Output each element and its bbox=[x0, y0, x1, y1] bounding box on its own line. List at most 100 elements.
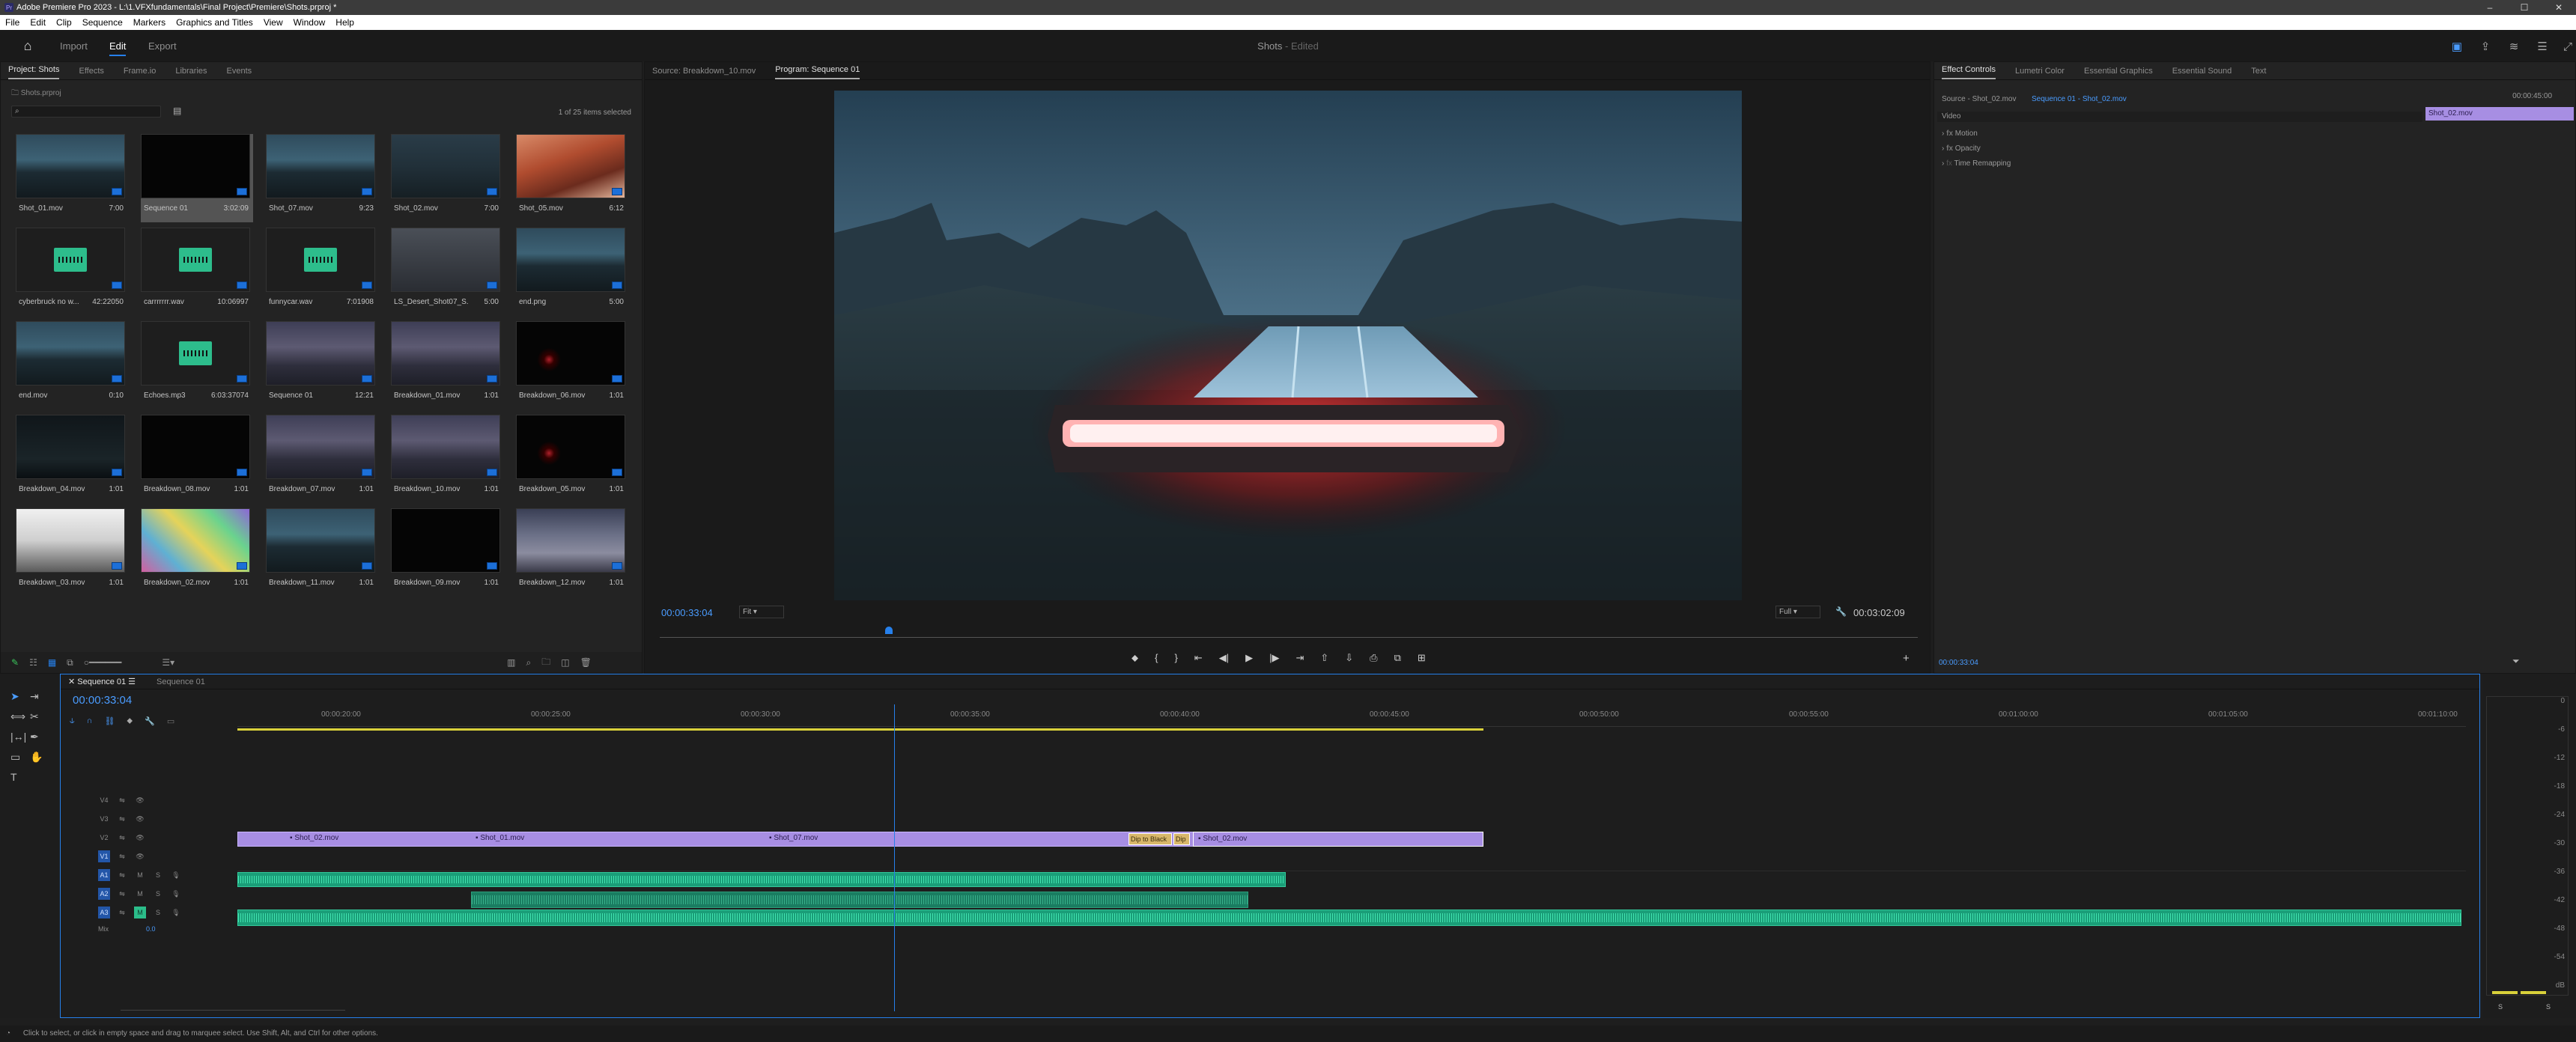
menu-icon[interactable]: ☰ bbox=[2534, 38, 2551, 55]
hand-tool-icon[interactable]: ✋ bbox=[30, 751, 49, 764]
ripple-edit-icon[interactable]: ⟺ bbox=[10, 710, 30, 723]
track-label[interactable]: A3 bbox=[98, 907, 110, 918]
tab-effect-controls[interactable]: Effect Controls bbox=[1942, 65, 1996, 79]
tab-program[interactable]: Program: Sequence 01 bbox=[775, 65, 860, 79]
project-clip-item[interactable]: Breakdown_05.mov 1:01 bbox=[516, 415, 628, 503]
new-bin-icon[interactable]: ▤ bbox=[173, 106, 181, 116]
project-clip-item[interactable]: Breakdown_04.mov 1:01 bbox=[16, 415, 128, 503]
mic-icon[interactable]: 🎙 bbox=[170, 907, 182, 918]
tab-essential-graphics[interactable]: Essential Graphics bbox=[2084, 67, 2153, 79]
trash-icon[interactable]: 🗑 bbox=[580, 657, 592, 668]
menu-file[interactable]: File bbox=[0, 17, 25, 28]
track-label[interactable]: A2 bbox=[98, 888, 110, 900]
tab-text[interactable]: Text bbox=[2251, 67, 2266, 79]
home-icon[interactable]: ⌂ bbox=[19, 37, 36, 54]
project-clip-item[interactable]: Breakdown_08.mov 1:01 bbox=[141, 415, 253, 503]
step-forward-icon[interactable]: |▶ bbox=[1269, 652, 1279, 664]
eye-icon[interactable]: 👁 bbox=[134, 794, 146, 806]
sync-lock-icon[interactable]: ⇋ bbox=[116, 888, 128, 900]
add-marker-icon[interactable]: ⬥ bbox=[127, 716, 133, 726]
sync-lock-icon[interactable]: ⇋ bbox=[116, 813, 128, 825]
snap-icon[interactable]: ∩ bbox=[87, 716, 93, 726]
menu-view[interactable]: View bbox=[258, 17, 288, 28]
menu-clip[interactable]: Clip bbox=[51, 17, 77, 28]
project-clip-item[interactable]: Shot_07.mov 9:23 bbox=[266, 134, 378, 222]
project-clip-item[interactable]: Breakdown_03.mov 1:01 bbox=[16, 508, 128, 597]
motion-property[interactable]: › fx Motion bbox=[1942, 127, 2011, 141]
sort-icon[interactable]: ☰▾ bbox=[162, 657, 174, 668]
track-select-icon[interactable]: ⇥ bbox=[30, 690, 49, 703]
program-timecode[interactable]: 00:00:33:04 bbox=[661, 607, 713, 618]
project-clip-item[interactable]: cyberbruck no w... 42:22050 bbox=[16, 228, 128, 316]
pen-tool-icon[interactable]: ✒ bbox=[30, 731, 49, 743]
pencil-icon[interactable]: ✎ bbox=[11, 657, 19, 668]
close-button[interactable]: ✕ bbox=[2542, 0, 2576, 15]
project-clip-item[interactable]: Echoes.mp3 6:03:37074 bbox=[141, 321, 253, 409]
maximize-button[interactable]: ☐ bbox=[2507, 0, 2542, 15]
solo-right-button[interactable]: S bbox=[2546, 1003, 2551, 1011]
track-label[interactable]: A1 bbox=[98, 869, 110, 881]
extract-icon[interactable]: ⇩ bbox=[1345, 652, 1353, 664]
track-label[interactable]: V2 bbox=[98, 832, 110, 844]
eye-icon[interactable]: 👁 bbox=[134, 832, 146, 844]
project-clip-item[interactable]: Breakdown_12.mov 1:01 bbox=[516, 508, 628, 597]
solo-icon[interactable]: S bbox=[152, 888, 164, 900]
clip-shot07[interactable]: ▪ Shot_07.mov bbox=[765, 832, 824, 847]
tab-essential-sound[interactable]: Essential Sound bbox=[2172, 67, 2232, 79]
timeline-ruler[interactable]: 00:00:20:00 00:00:25:00 00:00:30:00 00:00:3… bbox=[237, 704, 2466, 727]
camera-icon[interactable]: ⎙ bbox=[1370, 652, 1377, 664]
audio-clip-a2[interactable] bbox=[471, 892, 1248, 908]
tab-source[interactable]: Source: Breakdown_10.mov bbox=[652, 67, 756, 79]
track-header[interactable]: A3 ⇋ M S 🎙 bbox=[61, 907, 236, 923]
fullscreen-icon[interactable]: ⤢ bbox=[2560, 38, 2576, 55]
track-label[interactable]: V4 bbox=[98, 794, 110, 806]
slip-tool-icon[interactable]: |↔| bbox=[10, 731, 30, 743]
project-clip-item[interactable]: Breakdown_07.mov 1:01 bbox=[266, 415, 378, 503]
project-clip-item[interactable]: Shot_01.mov 7:00 bbox=[16, 134, 128, 222]
audio-clip-a3[interactable] bbox=[237, 910, 2461, 926]
mark-in-icon[interactable]: { bbox=[1155, 652, 1158, 664]
track-header[interactable]: V3 ⇋ 👁 bbox=[61, 813, 236, 829]
clip-shot02-b[interactable]: ▪ Shot_02.mov bbox=[1193, 832, 1483, 847]
track-header[interactable]: V1 ⇋ 👁 bbox=[61, 850, 236, 867]
tab-events[interactable]: Events bbox=[227, 67, 252, 79]
dip-to-black-transition[interactable]: Dip to Black bbox=[1128, 833, 1172, 845]
tab-frameio[interactable]: Frame.io bbox=[124, 67, 156, 79]
project-clip-item[interactable]: Sequence 01 3:02:09 bbox=[141, 134, 253, 222]
tab-effects[interactable]: Effects bbox=[79, 67, 103, 79]
project-clip-item[interactable]: LS_Desert_Shot07_S... 5:00 bbox=[391, 228, 503, 316]
timeline-zoom-scrollbar[interactable] bbox=[121, 1010, 345, 1011]
go-to-in-icon[interactable]: ⇤ bbox=[1194, 652, 1203, 664]
play-icon[interactable]: ▶ bbox=[1245, 652, 1253, 664]
sync-lock-icon[interactable]: ⇋ bbox=[116, 832, 128, 844]
vr-icon[interactable]: ⊞ bbox=[1418, 652, 1426, 664]
program-scrubber[interactable] bbox=[660, 637, 1918, 638]
clip-shot02-a[interactable]: ▪ Shot_02.mov bbox=[285, 832, 345, 847]
search-input[interactable]: ⌕ bbox=[11, 106, 161, 118]
project-clip-item[interactable]: Shot_02.mov 7:00 bbox=[391, 134, 503, 222]
effect-clip-bar[interactable]: Shot_02.mov bbox=[2425, 107, 2574, 121]
razor-icon[interactable]: ✂ bbox=[30, 710, 49, 723]
menu-edit[interactable]: Edit bbox=[25, 17, 51, 28]
workspaces-icon[interactable]: ▣ bbox=[2449, 38, 2465, 55]
solo-left-button[interactable]: S bbox=[2498, 1003, 2503, 1011]
project-clip-item[interactable]: Breakdown_06.mov 1:01 bbox=[516, 321, 628, 409]
opacity-property[interactable]: › fx Opacity bbox=[1942, 141, 2011, 156]
effect-source[interactable]: Source - Shot_02.mov bbox=[1942, 95, 2017, 103]
go-to-out-icon[interactable]: ⇥ bbox=[1295, 652, 1304, 664]
settings-icon[interactable]: 🔧 bbox=[145, 716, 155, 726]
menu-sequence[interactable]: Sequence bbox=[77, 17, 128, 28]
sync-lock-icon[interactable]: ⇋ bbox=[116, 850, 128, 862]
effect-sequence[interactable]: Sequence 01 - Shot_02.mov bbox=[2032, 95, 2127, 103]
menu-graphics[interactable]: Graphics and Titles bbox=[171, 17, 258, 28]
rectangle-tool-icon[interactable]: ▭ bbox=[10, 751, 30, 764]
tab-import[interactable]: Import bbox=[60, 40, 88, 52]
captions-icon[interactable]: ▭ bbox=[167, 716, 174, 726]
selection-tool-icon[interactable]: ➤ bbox=[10, 690, 30, 703]
project-clip-item[interactable]: Breakdown_02.mov 1:01 bbox=[141, 508, 253, 597]
lift-icon[interactable]: ⇧ bbox=[1320, 652, 1328, 664]
mix-value[interactable]: 0.0 bbox=[146, 925, 156, 933]
clip-shot01[interactable]: ▪ Shot_01.mov bbox=[471, 832, 531, 847]
sync-lock-icon[interactable]: ⇋ bbox=[116, 907, 128, 918]
track-header[interactable]: A1 ⇋ M S 🎙 bbox=[61, 869, 236, 886]
